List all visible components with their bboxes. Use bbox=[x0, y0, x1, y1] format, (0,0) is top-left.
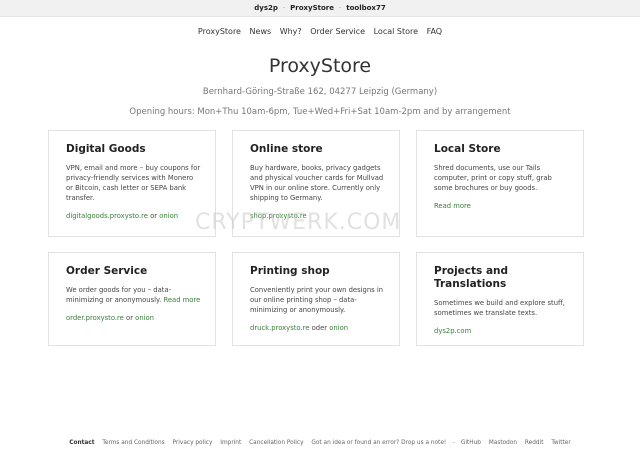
card-links: digitalgoods.proxysto.re or onion bbox=[66, 211, 201, 221]
top-bar: dys2p · ProxyStore · toolbox77 bbox=[0, 0, 640, 17]
footer-link-cancellation[interactable]: Cancellation Policy bbox=[249, 440, 303, 446]
topbar-separator: · bbox=[339, 4, 342, 12]
topbar-link-dys2p[interactable]: dys2p bbox=[254, 4, 278, 12]
nav-item-news[interactable]: News bbox=[250, 27, 272, 36]
card-text: Conveniently print your own designs in o… bbox=[250, 286, 384, 314]
card-projects-translations: Projects and Translations Sometimes we b… bbox=[416, 252, 584, 346]
order-link[interactable]: order.proxysto.re bbox=[66, 314, 124, 322]
card-title: Online store bbox=[250, 143, 323, 155]
card-order-service: Order Service We order goods for you – d… bbox=[48, 252, 216, 346]
read-more-link[interactable]: Read more bbox=[163, 296, 200, 304]
link-joiner: oder bbox=[311, 324, 328, 332]
card-links: dys2p.com bbox=[434, 326, 569, 336]
footer: Contact Terms and Conditions Privacy pol… bbox=[0, 438, 640, 448]
nav-item-faq[interactable]: FAQ bbox=[427, 27, 443, 36]
footer-link-twitter[interactable]: Twitter bbox=[551, 440, 570, 446]
page-title: ProxyStore bbox=[268, 55, 372, 77]
footer-link-imprint[interactable]: Imprint bbox=[220, 440, 241, 446]
shop-link[interactable]: shop.proxysto.re bbox=[250, 212, 307, 220]
main-nav: ProxyStore News Why? Order Service Local… bbox=[0, 26, 640, 37]
card-text: Buy hardware, books, privacy gadgets and… bbox=[250, 164, 384, 202]
druck-link[interactable]: druck.proxysto.re bbox=[250, 324, 309, 332]
footer-link-terms[interactable]: Terms and Conditions bbox=[102, 440, 164, 446]
footer-link-privacy[interactable]: Privacy policy bbox=[173, 440, 213, 446]
card-title: Projects and Translations bbox=[434, 265, 509, 290]
card-text: VPN, email and more – buy coupons for pr… bbox=[66, 164, 201, 202]
card-title: Printing shop bbox=[250, 265, 330, 277]
card-text-body: We order goods for you – data-minimizing… bbox=[66, 286, 172, 304]
topbar-separator: · bbox=[282, 4, 286, 12]
card-digital-goods: Digital Goods VPN, email and more – buy … bbox=[48, 130, 216, 237]
footer-link-github[interactable]: GitHub bbox=[461, 440, 481, 446]
card-title: Local Store bbox=[434, 143, 501, 155]
link-joiner: or bbox=[150, 212, 158, 220]
card-links: druck.proxysto.re oder onion bbox=[250, 323, 385, 333]
dys2p-link[interactable]: dys2p.com bbox=[434, 327, 471, 335]
nav-item-order-service[interactable]: Order Service bbox=[310, 27, 365, 36]
card-local-store: Local Store Shred documents, use our Tai… bbox=[416, 130, 584, 237]
order-onion-link[interactable]: onion bbox=[135, 314, 154, 322]
druck-onion-link[interactable]: onion bbox=[329, 324, 348, 332]
service-cards: Digital Goods VPN, email and more – buy … bbox=[48, 130, 584, 346]
nav-item-why[interactable]: Why? bbox=[280, 27, 302, 36]
footer-link-feedback[interactable]: Got an idea or found an error? Drop us a… bbox=[311, 440, 446, 446]
card-links: order.proxysto.re or onion bbox=[66, 313, 201, 323]
card-online-store: Online store Buy hardware, books, privac… bbox=[232, 130, 400, 237]
footer-link-reddit[interactable]: Reddit bbox=[525, 440, 544, 446]
card-title: Order Service bbox=[66, 265, 148, 277]
opening-hours: Opening hours: Mon+Thu 10am-6pm, Tue+Wed… bbox=[129, 107, 511, 117]
footer-link-mastodon[interactable]: Mastodon bbox=[489, 440, 517, 446]
topbar-link-toolbox77[interactable]: toolbox77 bbox=[346, 4, 385, 12]
nav-item-proxystore[interactable]: ProxyStore bbox=[198, 27, 241, 36]
topbar-link-proxystore[interactable]: ProxyStore bbox=[290, 4, 334, 12]
footer-separator: – bbox=[452, 440, 455, 446]
nav-item-local-store[interactable]: Local Store bbox=[374, 27, 418, 36]
card-text: Shred documents, use our Tails computer,… bbox=[434, 164, 552, 192]
store-address: Bernhard-Göring-Straße 162, 04277 Leipzi… bbox=[202, 87, 438, 97]
link-joiner: or bbox=[126, 314, 133, 322]
footer-link-contact[interactable]: Contact bbox=[69, 440, 94, 446]
card-printing-shop: Printing shop Conveniently print your ow… bbox=[232, 252, 400, 346]
digitalgoods-onion-link[interactable]: onion bbox=[159, 212, 178, 220]
read-more-link[interactable]: Read more bbox=[434, 201, 569, 211]
card-text: Sometimes we build and explore stuff, so… bbox=[434, 299, 565, 317]
card-text: We order goods for you – data-minimizing… bbox=[66, 285, 201, 305]
card-title: Digital Goods bbox=[66, 143, 146, 155]
card-links: shop.proxysto.re bbox=[250, 211, 385, 221]
digitalgoods-link[interactable]: digitalgoods.proxysto.re bbox=[66, 212, 148, 220]
